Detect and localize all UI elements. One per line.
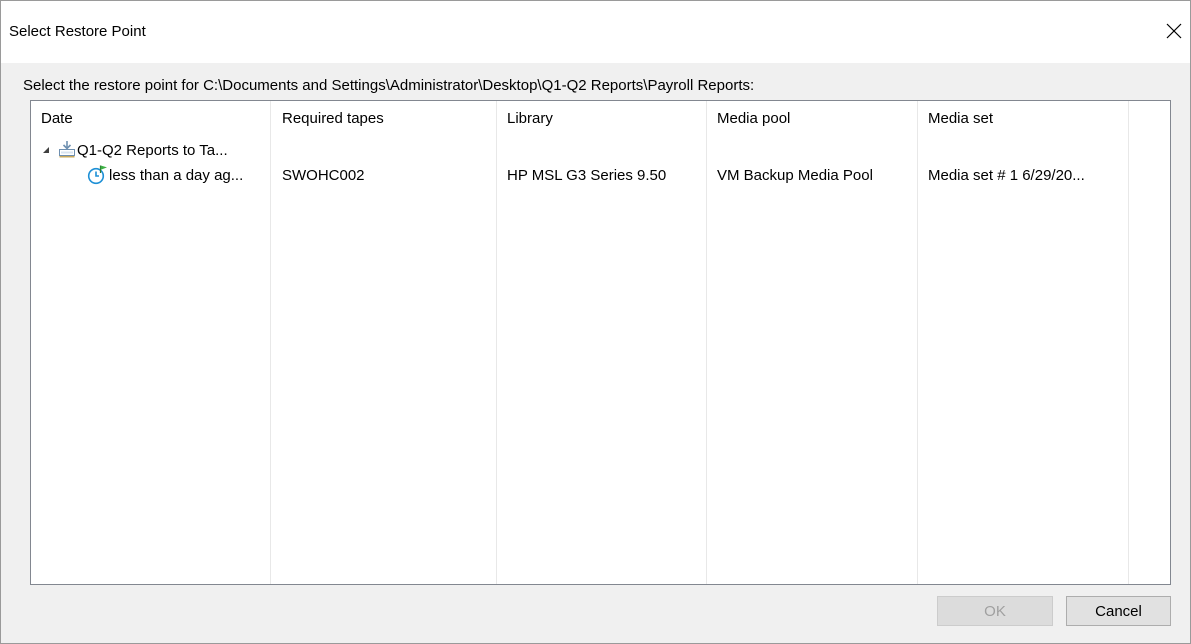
title-bar: Select Restore Point [1, 1, 1190, 63]
column-header-row: Date Required tapes Library Media pool M… [31, 101, 1170, 137]
restore-points-list[interactable]: Date Required tapes Library Media pool M… [30, 100, 1171, 585]
column-header-media-set[interactable]: Media set [928, 110, 993, 127]
restore-point-clock-icon [87, 164, 107, 185]
close-button[interactable] [1160, 17, 1188, 45]
row-media-set: Media set # 1 6/29/20... [928, 167, 1085, 184]
row-required-tapes: SWOHC002 [282, 167, 365, 184]
ok-button[interactable]: OK [937, 596, 1053, 626]
cancel-button[interactable]: Cancel [1066, 596, 1171, 626]
restore-point-prompt: Select the restore point for C:\Document… [23, 77, 755, 94]
backup-job-icon [57, 139, 77, 159]
close-icon [1160, 17, 1188, 45]
column-header-media-pool[interactable]: Media pool [717, 110, 790, 127]
row-library: HP MSL G3 Series 9.50 [507, 167, 667, 184]
table-row[interactable]: less than a day ag... SWOHC002 HP MSL G3… [31, 164, 1170, 188]
window-title: Select Restore Point [9, 23, 146, 40]
row-date: less than a day ag... [109, 167, 244, 184]
column-header-required-tapes[interactable]: Required tapes [282, 110, 384, 127]
expand-collapse-icon[interactable] [43, 147, 49, 153]
column-header-date[interactable]: Date [41, 110, 73, 127]
row-media-pool: VM Backup Media Pool [717, 167, 873, 184]
column-header-library[interactable]: Library [507, 110, 553, 127]
select-restore-point-dialog: Select Restore Point Select the restore … [0, 0, 1191, 644]
tree-group-row[interactable]: Q1-Q2 Reports to Ta... [31, 139, 1170, 163]
tree-group-label: Q1-Q2 Reports to Ta... [77, 142, 228, 159]
